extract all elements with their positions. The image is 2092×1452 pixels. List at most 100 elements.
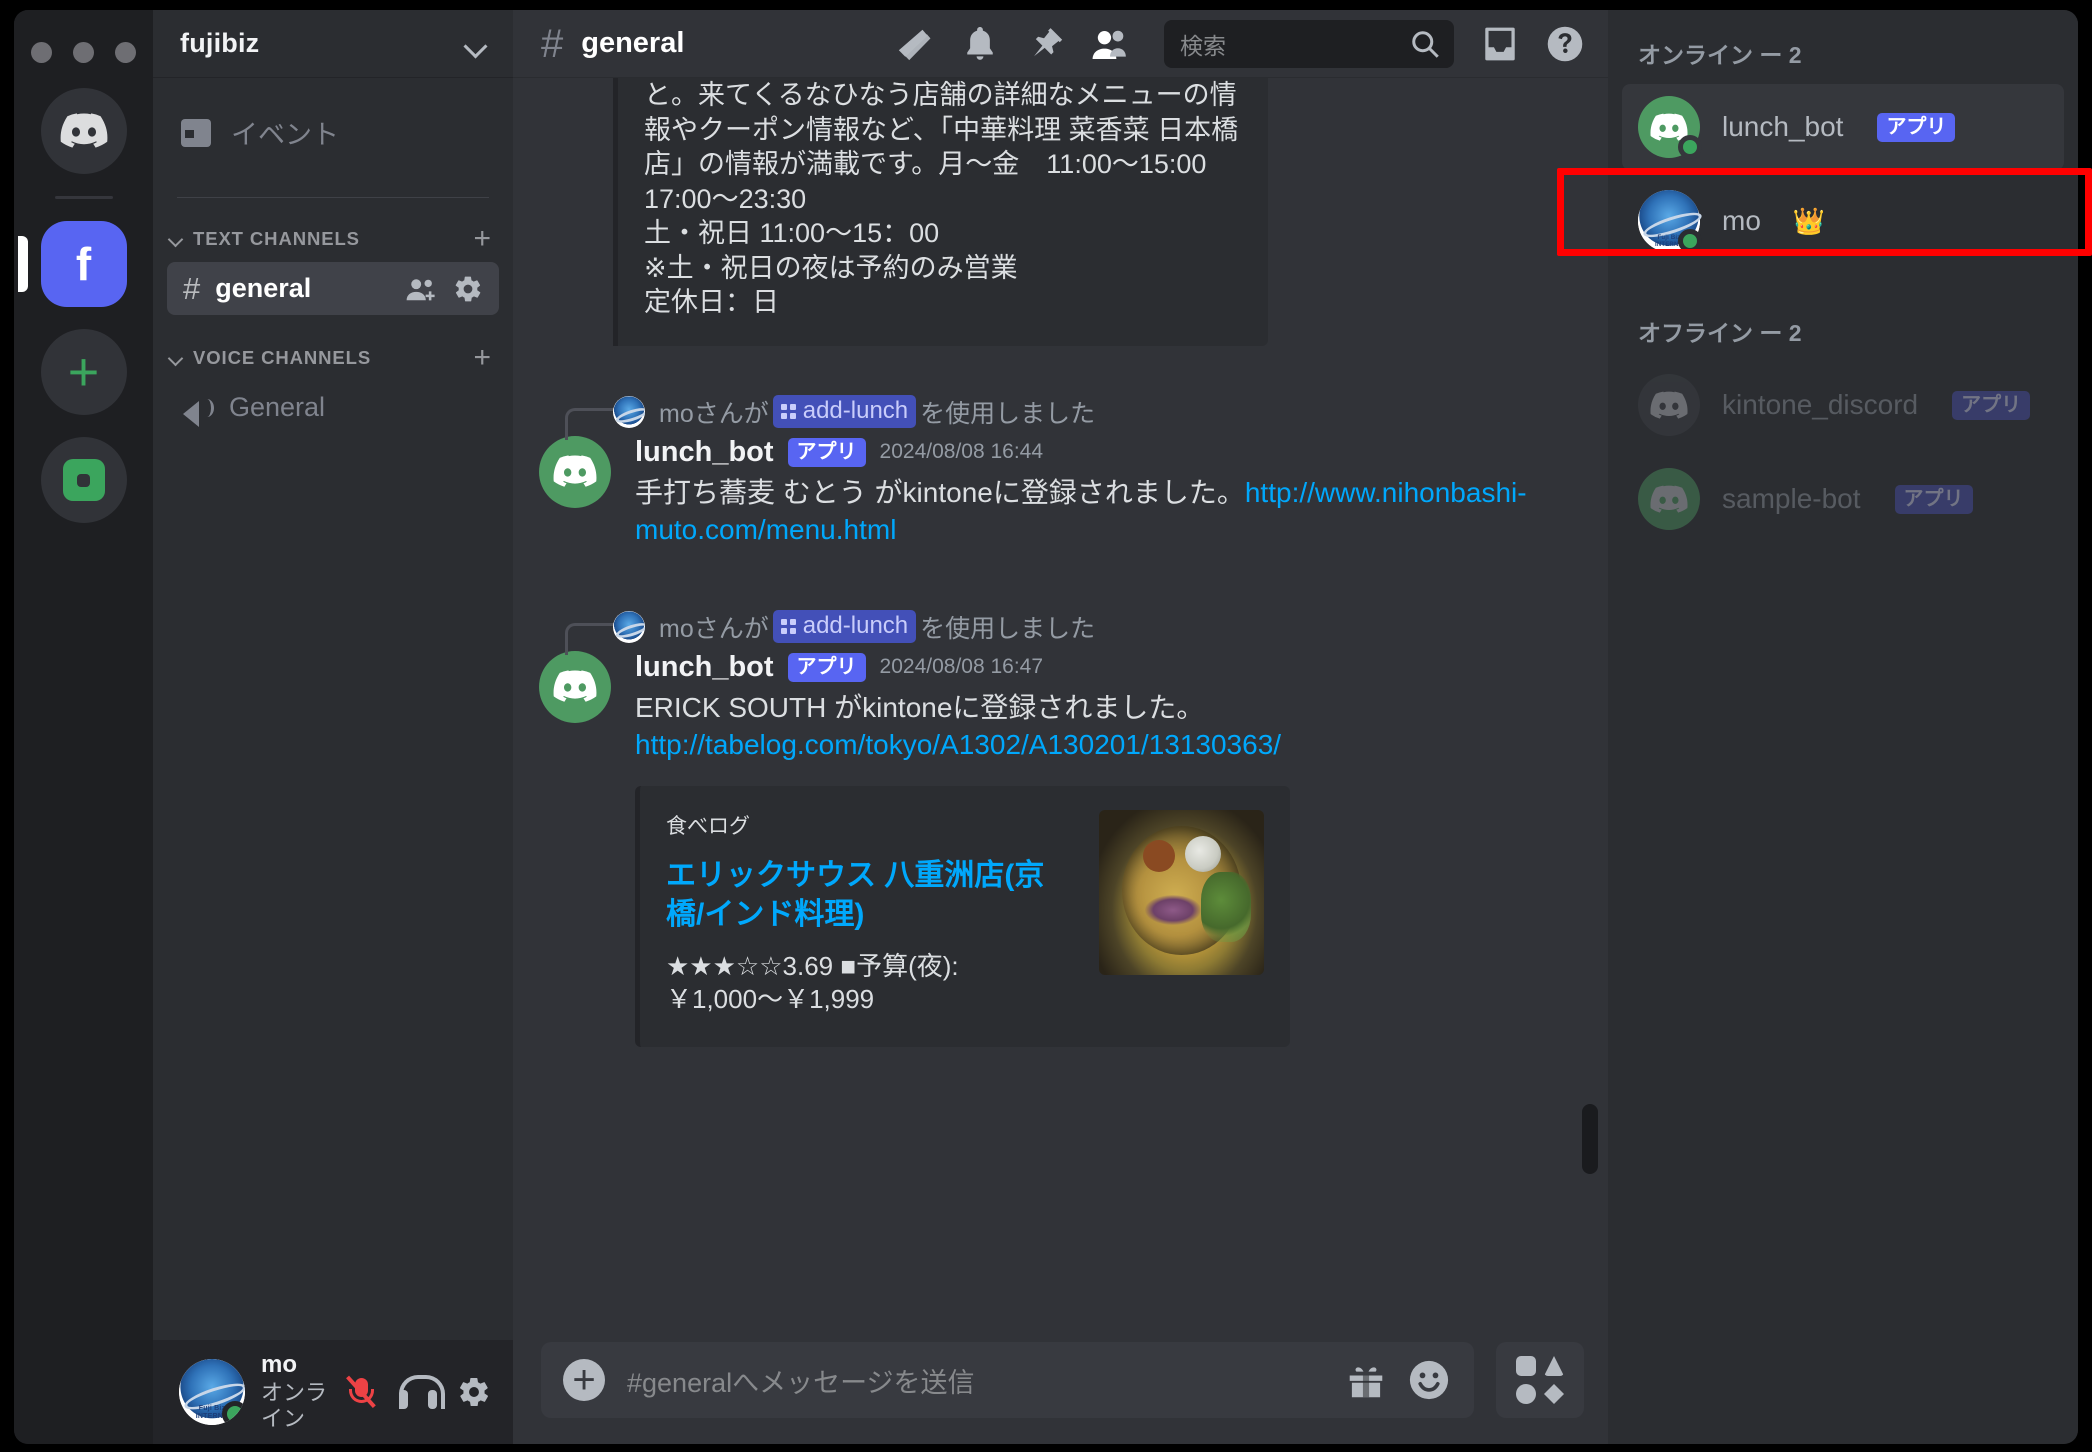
guild-header[interactable]: fujibiz [153, 10, 513, 78]
member-row-lunch-bot[interactable]: lunch_bot アプリ [1622, 84, 2064, 170]
current-user-name: mo [261, 1351, 297, 1379]
category-label: TEXT CHANNELS [193, 228, 360, 249]
apps-grid-icon [780, 403, 796, 419]
avatar[interactable] [613, 395, 645, 428]
message-input[interactable]: #generalへメッセージを送信 [541, 1342, 1474, 1418]
help-icon[interactable] [1546, 25, 1584, 63]
member-name: sample-bot [1722, 483, 1861, 514]
system-suffix: を使用しました [920, 399, 1096, 428]
message-author[interactable]: lunch_bot [635, 436, 774, 469]
search-input[interactable]: 検索 [1164, 19, 1454, 68]
message-scrollbar[interactable] [1582, 78, 1598, 1324]
window-traffic-lights[interactable] [31, 24, 136, 80]
main-chat-area: # general 検索 と。来てくるなひなう店舗の詳細なメニューの情報やクーポ… [513, 10, 1608, 1444]
search-icon [1412, 30, 1439, 58]
system-command-row: moさんが add-lunch を使用しました [513, 368, 1574, 440]
avatar[interactable] [539, 650, 611, 723]
add-voice-channel-button[interactable]: + [473, 343, 491, 373]
member-row-sample-bot[interactable]: sample-bot アプリ [1622, 456, 2064, 542]
avatar[interactable]: Fuji Biz INTERNA [179, 1359, 245, 1425]
user-settings-gear-icon[interactable] [457, 1375, 491, 1409]
threads-icon[interactable] [896, 25, 934, 63]
chat-body: と。来てくるなひなう店舗の詳細なメニューの情報やクーポン情報など、「中華料理 菜… [513, 78, 1608, 1324]
pin-icon[interactable] [1026, 25, 1064, 63]
hash-icon: # [541, 21, 564, 66]
emoji-icon[interactable] [1408, 1359, 1450, 1401]
add-text-channel-button[interactable]: + [473, 224, 491, 254]
calendar-icon [181, 118, 211, 147]
embed-thumbnail-image[interactable] [1099, 809, 1264, 975]
message-row: lunch_bot アプリ 2024/08/08 16:44 手打ち蕎麦 むとう… [513, 430, 1574, 549]
message-content: 手打ち蕎麦 むとう がkintoneに登録されました。http://www.ni… [635, 475, 1574, 549]
app-badge: アプリ [1877, 112, 1956, 142]
member-row-mo[interactable]: Fuji Biz INTERNA mo 👑 [1622, 178, 2064, 264]
category-voice-channels[interactable]: VOICE CHANNELS + [153, 343, 513, 373]
close-button[interactable] [31, 41, 52, 63]
message-group: moさんが add-lunch を使用しました lunch_bot アプリ 20… [513, 368, 1574, 549]
gift-icon[interactable] [1346, 1361, 1386, 1399]
avatar[interactable] [539, 435, 611, 508]
channel-settings-gear-icon[interactable] [453, 274, 483, 304]
sidebar-divider [177, 197, 489, 198]
chevron-down-icon [465, 38, 487, 50]
link-embed-card: 食べログ エリックサウス 八重洲店(京橋/インド料理) ★★★☆☆3.69 ■予… [635, 785, 1290, 1048]
page-title: general [581, 27, 685, 59]
system-command-row: moさんが add-lunch を使用しました [513, 583, 1574, 655]
headphones-icon[interactable] [399, 1375, 445, 1409]
active-server-indicator [17, 236, 28, 292]
apps-grid-icon [1516, 1356, 1564, 1404]
message-text: ERICK SOUTH がkintoneに登録されました。 [635, 691, 1205, 723]
events-label: イベント [231, 120, 339, 150]
kintone-icon [62, 459, 105, 501]
speaker-icon [183, 395, 214, 427]
minimize-button[interactable] [73, 41, 94, 63]
message-text: 手打ち蕎麦 むとう がkintoneに登録されました。 [635, 476, 1245, 508]
embed-partial-previous-message: と。来てくるなひなう店舗の詳細なメニューの情報やクーポン情報など、「中華料理 菜… [613, 78, 1268, 346]
notification-bell-icon[interactable] [961, 25, 999, 63]
current-user-status: オンライン [261, 1380, 328, 1432]
app-badge: アプリ [1894, 484, 1973, 514]
rail-item-discord-home[interactable] [40, 88, 127, 174]
channel-label: General [229, 392, 326, 422]
microphone-muted-icon[interactable] [343, 1374, 379, 1410]
message-row: lunch_bot アプリ 2024/08/08 16:47 ERICK SOU… [513, 645, 1574, 1048]
channel-label: general [215, 273, 312, 303]
avatar [1638, 468, 1700, 530]
rail-item-server-kintone[interactable] [40, 437, 127, 523]
rail-item-add-server[interactable]: + [40, 329, 127, 415]
scrollbar-thumb[interactable] [1582, 1104, 1598, 1174]
message-link[interactable]: http://tabelog.com/tokyo/A1302/A130201/1… [635, 729, 1281, 760]
message-group: moさんが add-lunch を使用しました lunch_bot アプリ 20… [513, 583, 1574, 1048]
system-prefix: moさんが [659, 614, 769, 643]
embed-title[interactable]: エリックサウス 八重洲店(京橋/インド料理) [666, 856, 1079, 934]
rail-divider [54, 196, 113, 199]
sidebar-item-voice-general[interactable]: General [167, 381, 499, 434]
guild-name: fujibiz [180, 28, 260, 58]
status-badge-online [1678, 229, 1702, 253]
maximize-button[interactable] [115, 41, 136, 63]
member-list: オンライン ー 2 lunch_bot アプリ Fuji Biz INTERNA … [1608, 10, 2078, 1444]
attach-plus-icon[interactable] [563, 1359, 605, 1401]
members-icon[interactable] [1091, 25, 1129, 63]
avatar [1638, 96, 1702, 159]
slash-command-chip[interactable]: add-lunch [772, 395, 917, 429]
embed-provider: 食べログ [666, 814, 750, 838]
message-content: ERICK SOUTH がkintoneに登録されました。 http://tabe… [635, 690, 1574, 764]
slash-command-chip[interactable]: add-lunch [772, 610, 917, 644]
member-name: mo [1722, 205, 1761, 236]
sidebar-item-channel-general[interactable]: # general [167, 262, 499, 315]
hash-icon: # [183, 271, 201, 306]
sidebar-item-events[interactable]: イベント [167, 102, 499, 163]
plus-icon: + [67, 342, 100, 402]
member-row-kintone-discord[interactable]: kintone_discord アプリ [1622, 362, 2064, 448]
inbox-icon[interactable] [1481, 25, 1519, 63]
composer-placeholder: #generalへメッセージを送信 [627, 1367, 975, 1398]
status-badge-online [222, 1401, 245, 1425]
category-text-channels[interactable]: TEXT CHANNELS + [153, 224, 513, 254]
sidebar-scroll-region: イベント TEXT CHANNELS + # general VOICE CHA… [153, 78, 513, 1340]
rail-item-server-fujibiz[interactable]: f [17, 221, 127, 307]
avatar[interactable] [613, 610, 645, 643]
apps-button[interactable] [1496, 1342, 1584, 1418]
message-author[interactable]: lunch_bot [635, 651, 774, 684]
create-invite-icon[interactable] [405, 276, 437, 302]
